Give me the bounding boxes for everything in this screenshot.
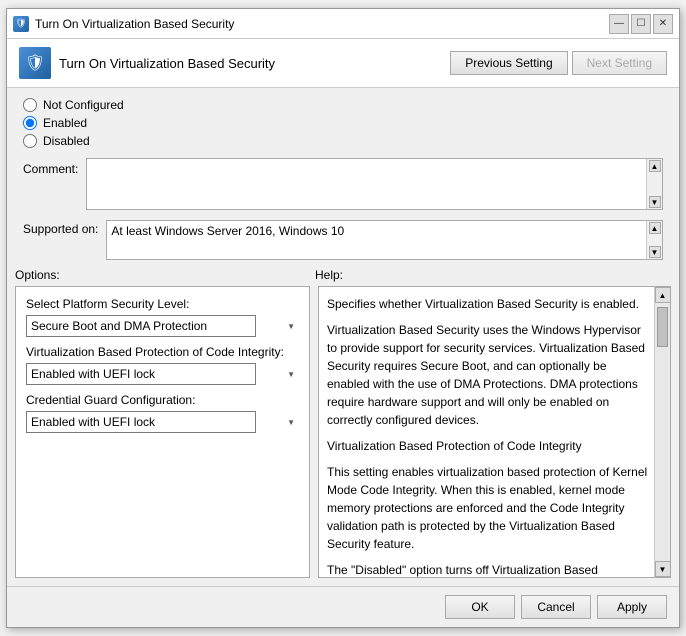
header-section: 🛡 Turn On Virtualization Based Security … — [7, 39, 679, 88]
help-text-content: Specifies whether Virtualization Based S… — [319, 287, 670, 577]
help-para-4: This setting enables virtualization base… — [327, 463, 648, 553]
credential-guard-select[interactable]: Enabled with UEFI lock Enabled without l… — [26, 411, 256, 433]
apply-button[interactable]: Apply — [597, 595, 667, 619]
header-icon: 🛡 — [19, 47, 51, 79]
previous-setting-button[interactable]: Previous Setting — [450, 51, 567, 75]
code-integrity-label: Virtualization Based Protection of Code … — [26, 345, 299, 359]
credential-guard-chevron-icon: ▼ — [287, 418, 295, 427]
platform-security-chevron-icon: ▼ — [287, 322, 295, 331]
help-scroll-down[interactable]: ▼ — [655, 561, 671, 577]
radio-not-configured-input[interactable] — [23, 98, 37, 112]
comment-scroll-up[interactable]: ▲ — [649, 160, 661, 172]
platform-security-select[interactable]: Secure Boot and DMA Protection Secure Bo… — [26, 315, 256, 337]
credential-guard-label: Credential Guard Configuration: — [26, 393, 299, 407]
cancel-button[interactable]: Cancel — [521, 595, 591, 619]
supported-label: Supported on: — [23, 220, 98, 236]
footer: OK Cancel Apply — [7, 586, 679, 627]
help-scroll-up[interactable]: ▲ — [655, 287, 671, 303]
comment-scroll-down[interactable]: ▼ — [649, 196, 661, 208]
title-bar-left: 🛡 Turn On Virtualization Based Security — [13, 16, 234, 32]
radio-disabled: Disabled — [23, 134, 663, 148]
credential-guard-select-wrapper: Enabled with UEFI lock Enabled without l… — [26, 411, 299, 433]
radio-section: Not Configured Enabled Disabled — [7, 88, 679, 158]
help-heading: Help: — [315, 268, 671, 282]
supported-box: At least Windows Server 2016, Windows 10… — [106, 220, 663, 260]
comment-label: Comment: — [23, 158, 78, 176]
radio-enabled-input[interactable] — [23, 116, 37, 130]
window-icon: 🛡 — [13, 16, 29, 32]
supported-value: At least Windows Server 2016, Windows 10 — [111, 223, 344, 240]
title-bar: 🛡 Turn On Virtualization Based Security … — [7, 9, 679, 39]
supported-scroll-down[interactable]: ▼ — [649, 246, 661, 258]
comment-scrollbar: ▲ ▼ — [646, 159, 662, 209]
header-left: 🛡 Turn On Virtualization Based Security — [19, 47, 275, 79]
code-integrity-select[interactable]: Enabled with UEFI lock Enabled without l… — [26, 363, 256, 385]
main-window: 🛡 Turn On Virtualization Based Security … — [6, 8, 680, 628]
options-help-row: Options: Help: — [7, 268, 679, 286]
radio-not-configured: Not Configured — [23, 98, 663, 112]
header-title: Turn On Virtualization Based Security — [59, 56, 275, 71]
platform-security-label: Select Platform Security Level: — [26, 297, 299, 311]
help-para-5: The "Disabled" option turns off Virtuali… — [327, 561, 648, 577]
radio-disabled-input[interactable] — [23, 134, 37, 148]
options-panel: Select Platform Security Level: Secure B… — [15, 286, 310, 578]
main-content: Select Platform Security Level: Secure B… — [7, 286, 679, 586]
platform-security-group: Select Platform Security Level: Secure B… — [26, 297, 299, 337]
supported-section: Supported on: At least Windows Server 20… — [7, 216, 679, 268]
minimize-button[interactable]: — — [609, 14, 629, 34]
radio-enabled: Enabled — [23, 116, 663, 130]
ok-button[interactable]: OK — [445, 595, 515, 619]
radio-enabled-label: Enabled — [43, 116, 87, 130]
supported-scroll-up[interactable]: ▲ — [649, 222, 661, 234]
help-scrollbar: ▲ ▼ — [654, 287, 670, 577]
platform-security-select-wrapper: Secure Boot and DMA Protection Secure Bo… — [26, 315, 299, 337]
help-scroll-track[interactable] — [655, 303, 670, 561]
title-bar-controls: — ☐ ✕ — [609, 14, 673, 34]
maximize-button[interactable]: ☐ — [631, 14, 651, 34]
supported-scrollbar: ▲ ▼ — [646, 221, 662, 259]
code-integrity-group: Virtualization Based Protection of Code … — [26, 345, 299, 385]
help-para-2: Virtualization Based Security uses the W… — [327, 321, 648, 429]
help-para-3: Virtualization Based Protection of Code … — [327, 437, 648, 455]
help-panel: Specifies whether Virtualization Based S… — [318, 286, 671, 578]
help-scroll-thumb[interactable] — [657, 307, 668, 347]
options-heading: Options: — [15, 268, 315, 282]
credential-guard-group: Credential Guard Configuration: Enabled … — [26, 393, 299, 433]
comment-box: ▲ ▼ — [86, 158, 663, 210]
code-integrity-chevron-icon: ▼ — [287, 370, 295, 379]
header-buttons: Previous Setting Next Setting — [450, 51, 667, 75]
code-integrity-select-wrapper: Enabled with UEFI lock Enabled without l… — [26, 363, 299, 385]
comment-section: Comment: ▲ ▼ — [7, 158, 679, 216]
next-setting-button[interactable]: Next Setting — [572, 51, 667, 75]
close-button[interactable]: ✕ — [653, 14, 673, 34]
radio-disabled-label: Disabled — [43, 134, 90, 148]
radio-not-configured-label: Not Configured — [43, 98, 124, 112]
help-para-1: Specifies whether Virtualization Based S… — [327, 295, 648, 313]
window-title: Turn On Virtualization Based Security — [35, 17, 234, 31]
